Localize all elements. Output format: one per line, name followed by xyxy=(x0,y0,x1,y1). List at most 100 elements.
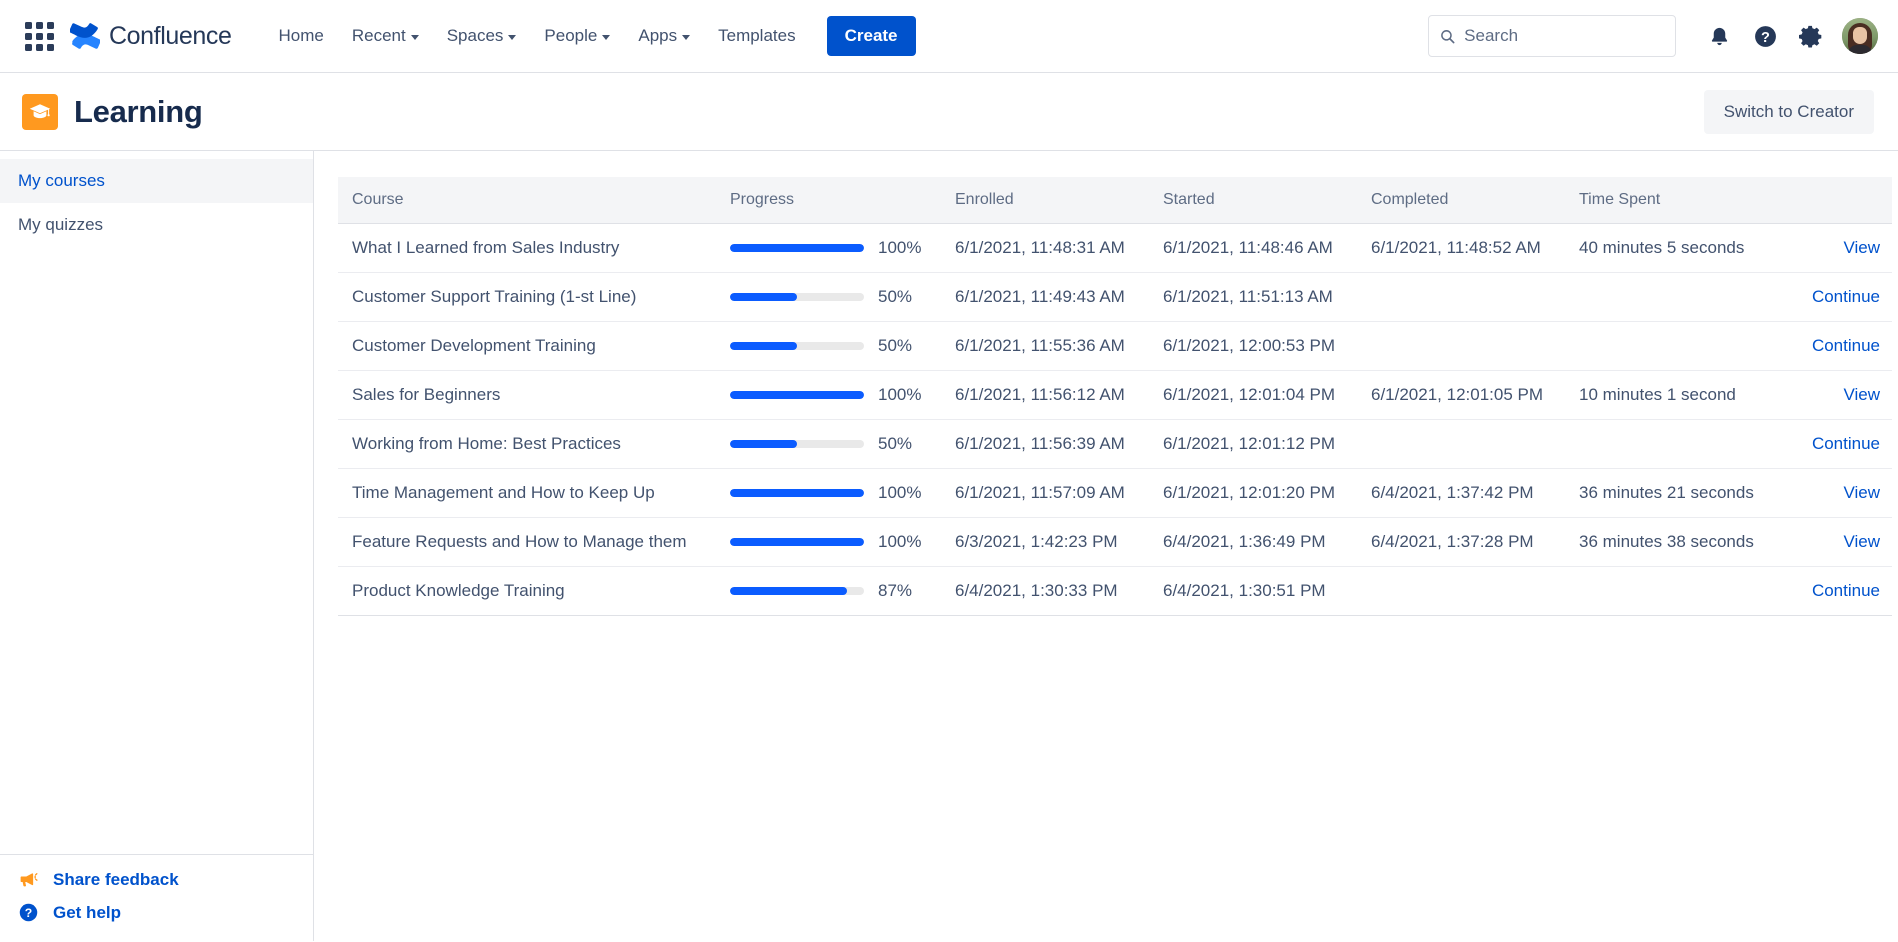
continue-link[interactable]: Continue xyxy=(1812,287,1880,306)
nav-item-templates[interactable]: Templates xyxy=(705,17,808,55)
help-button[interactable]: ? xyxy=(1746,17,1784,55)
help-icon: ? xyxy=(1754,25,1776,47)
nav-item-apps[interactable]: Apps xyxy=(625,17,703,55)
table-body: What I Learned from Sales Industry 100% 6/… xyxy=(338,223,1892,616)
cell-started: 6/1/2021, 12:01:04 PM xyxy=(1151,370,1359,420)
continue-link[interactable]: Continue xyxy=(1812,336,1880,355)
cell-action: Continue xyxy=(1782,419,1892,469)
courses-table: Course Progress Enrolled Started Complet… xyxy=(338,177,1892,616)
cell-course: Feature Requests and How to Manage them xyxy=(338,517,718,567)
cell-action: View xyxy=(1782,223,1892,273)
column-header-completed: Completed xyxy=(1359,177,1567,224)
cell-completed: 6/4/2021, 1:37:42 PM xyxy=(1359,468,1567,518)
continue-link[interactable]: Continue xyxy=(1812,581,1880,600)
nav-label: People xyxy=(544,26,598,45)
search-box[interactable] xyxy=(1428,15,1676,57)
app-switcher-icon[interactable] xyxy=(22,19,56,53)
cell-started: 6/4/2021, 1:36:49 PM xyxy=(1151,517,1359,567)
cell-time-spent: 36 minutes 38 seconds xyxy=(1567,517,1782,567)
progress-bar xyxy=(730,440,864,448)
cell-completed: 6/1/2021, 12:01:05 PM xyxy=(1359,370,1567,420)
cell-started: 6/1/2021, 12:01:20 PM xyxy=(1151,468,1359,518)
chevron-down-icon xyxy=(410,35,419,40)
sidebar-item-my-courses[interactable]: My courses xyxy=(0,159,313,204)
cell-enrolled: 6/1/2021, 11:57:09 AM xyxy=(943,468,1151,518)
space-logo xyxy=(22,93,58,130)
share-feedback-link[interactable]: Share feedback xyxy=(18,869,295,890)
megaphone-icon xyxy=(20,873,38,887)
nav-label: Spaces xyxy=(446,26,504,45)
table-header: Course Progress Enrolled Started Complet… xyxy=(338,177,1892,224)
sidebar: My courses My quizzes Share feedback ? G… xyxy=(0,151,314,941)
table-row: Time Management and How to Keep Up 100% 6/… xyxy=(338,468,1892,518)
view-link[interactable]: View xyxy=(1843,238,1880,257)
view-link[interactable]: View xyxy=(1843,483,1880,502)
create-button[interactable]: Create xyxy=(826,16,916,56)
main-content: Course Progress Enrolled Started Complet… xyxy=(314,151,1898,941)
settings-button[interactable] xyxy=(1792,17,1830,55)
progress-bar xyxy=(730,587,864,595)
top-navigation-bar: Confluence Home Recent Spaces People App… xyxy=(0,0,1898,73)
space-identity: Learning xyxy=(22,93,203,130)
cell-enrolled: 6/1/2021, 11:48:31 AM xyxy=(943,223,1151,273)
nav-item-recent[interactable]: Recent xyxy=(339,17,432,55)
progress-percent-label: 50% xyxy=(878,434,913,453)
cell-progress: 100% xyxy=(718,468,943,518)
get-help-link[interactable]: ? Get help xyxy=(18,902,295,923)
cell-enrolled: 6/1/2021, 11:49:43 AM xyxy=(943,272,1151,322)
progress-bar xyxy=(730,244,864,252)
table-row: Working from Home: Best Practices 50% 6/1/… xyxy=(338,419,1892,469)
cell-time-spent xyxy=(1567,272,1782,322)
progress-bar-fill xyxy=(730,538,864,546)
view-link[interactable]: View xyxy=(1843,385,1880,404)
cell-enrolled: 6/1/2021, 11:55:36 AM xyxy=(943,321,1151,371)
progress-percent-label: 87% xyxy=(878,581,913,600)
svg-text:?: ? xyxy=(25,906,32,920)
sidebar-item-my-quizzes[interactable]: My quizzes xyxy=(0,203,313,247)
progress-bar-fill xyxy=(730,293,797,301)
cell-progress: 50% xyxy=(718,321,943,371)
cell-course: Product Knowledge Training xyxy=(338,566,718,616)
nav-right-actions: ? xyxy=(1428,15,1878,57)
search-input[interactable] xyxy=(1464,26,1664,46)
nav-item-home[interactable]: Home xyxy=(265,17,336,55)
svg-text:?: ? xyxy=(1761,29,1770,45)
cell-action: Continue xyxy=(1782,272,1892,322)
confluence-logo-icon xyxy=(70,23,100,49)
sidebar-footer: Share feedback ? Get help xyxy=(0,854,313,941)
progress-bar xyxy=(730,293,864,301)
continue-link[interactable]: Continue xyxy=(1812,434,1880,453)
progress-percent-label: 100% xyxy=(878,483,922,502)
nav-label: Templates xyxy=(718,26,796,45)
sidebar-item-label: My quizzes xyxy=(18,215,104,235)
get-help-label: Get help xyxy=(53,902,122,922)
chevron-down-icon xyxy=(682,35,691,40)
table-row: Customer Support Training (1-st Line) 50%… xyxy=(338,272,1892,322)
notification-bell-icon xyxy=(1711,27,1727,45)
cell-completed: 6/4/2021, 1:37:28 PM xyxy=(1359,517,1567,567)
nav-item-spaces[interactable]: Spaces xyxy=(434,17,530,55)
cell-progress: 100% xyxy=(718,223,943,273)
table-row: What I Learned from Sales Industry 100% 6/… xyxy=(338,223,1892,273)
nav-item-people[interactable]: People xyxy=(531,17,623,55)
cell-course: Working from Home: Best Practices xyxy=(338,419,718,469)
column-header-course: Course xyxy=(338,177,718,224)
switch-to-creator-button[interactable]: Switch to Creator xyxy=(1703,89,1874,134)
nav-label: Apps xyxy=(638,26,678,45)
user-avatar[interactable] xyxy=(1842,18,1878,54)
view-link[interactable]: View xyxy=(1843,532,1880,551)
cell-time-spent xyxy=(1567,321,1782,371)
gear-icon xyxy=(1798,25,1821,48)
notifications-button[interactable] xyxy=(1700,17,1738,55)
share-feedback-label: Share feedback xyxy=(53,869,179,889)
progress-percent-label: 100% xyxy=(878,532,922,551)
cell-started: 6/1/2021, 11:51:13 AM xyxy=(1151,272,1359,322)
cell-time-spent: 10 minutes 1 second xyxy=(1567,370,1782,420)
question-circle-icon: ? xyxy=(19,903,38,922)
cell-course: What I Learned from Sales Industry xyxy=(338,223,718,273)
progress-percent-label: 100% xyxy=(878,385,922,404)
cell-time-spent: 40 minutes 5 seconds xyxy=(1567,223,1782,273)
progress-bar xyxy=(730,391,864,399)
confluence-home-link[interactable]: Confluence xyxy=(70,21,232,51)
page-body: My courses My quizzes Share feedback ? G… xyxy=(0,151,1898,941)
